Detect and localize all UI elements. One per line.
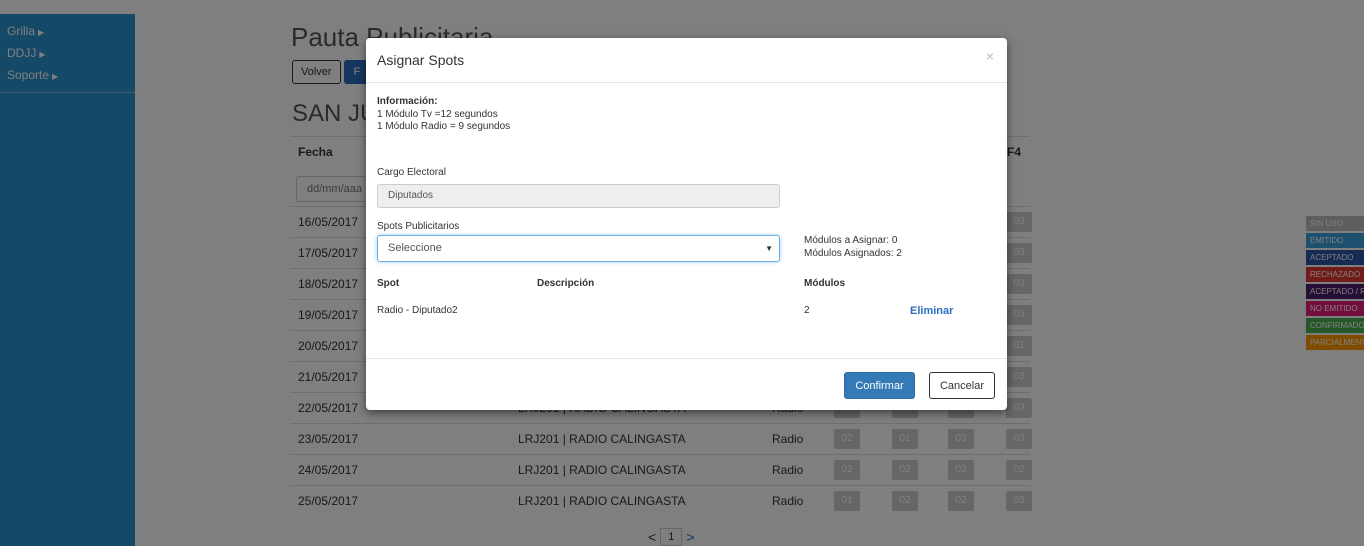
- spots-select-value: Seleccione: [388, 242, 442, 254]
- spot-name: Radio - Diputado2: [377, 305, 458, 316]
- spot-modulos: 2: [804, 305, 810, 316]
- cargo-label: Cargo Electoral: [377, 167, 446, 178]
- modulos-asignar: Módulos a Asignar: 0: [804, 235, 898, 246]
- caret-down-icon: ▼: [765, 244, 773, 253]
- spots-select[interactable]: Seleccione ▼: [377, 235, 780, 262]
- cancel-button[interactable]: Cancelar: [929, 372, 995, 399]
- column-header-modulos: Módulos: [804, 278, 846, 289]
- modal-header: Asignar Spots ×: [366, 38, 1007, 83]
- eliminar-link[interactable]: Eliminar: [910, 305, 953, 317]
- info-title: Información:: [377, 96, 438, 107]
- close-icon[interactable]: ×: [986, 48, 994, 64]
- column-header-descripcion: Descripción: [537, 278, 595, 289]
- confirm-button[interactable]: Confirmar: [844, 372, 915, 399]
- assign-spots-modal: Asignar Spots × Información: 1 Módulo Tv…: [366, 38, 1007, 410]
- info-radio: 1 Módulo Radio = 9 segundos: [377, 121, 511, 132]
- modal-title: Asignar Spots: [377, 52, 465, 68]
- page: Grilla▶ DDJJ▶ Soporte▶ Pauta Publicitari…: [0, 0, 1364, 546]
- spots-label: Spots Publicitarios: [377, 221, 460, 232]
- modulos-asignados: Módulos Asignados: 2: [804, 248, 902, 259]
- info-tv: 1 Módulo Tv =12 segundos: [377, 109, 498, 120]
- column-header-spot: Spot: [377, 278, 400, 289]
- cargo-field: Diputados: [377, 184, 780, 208]
